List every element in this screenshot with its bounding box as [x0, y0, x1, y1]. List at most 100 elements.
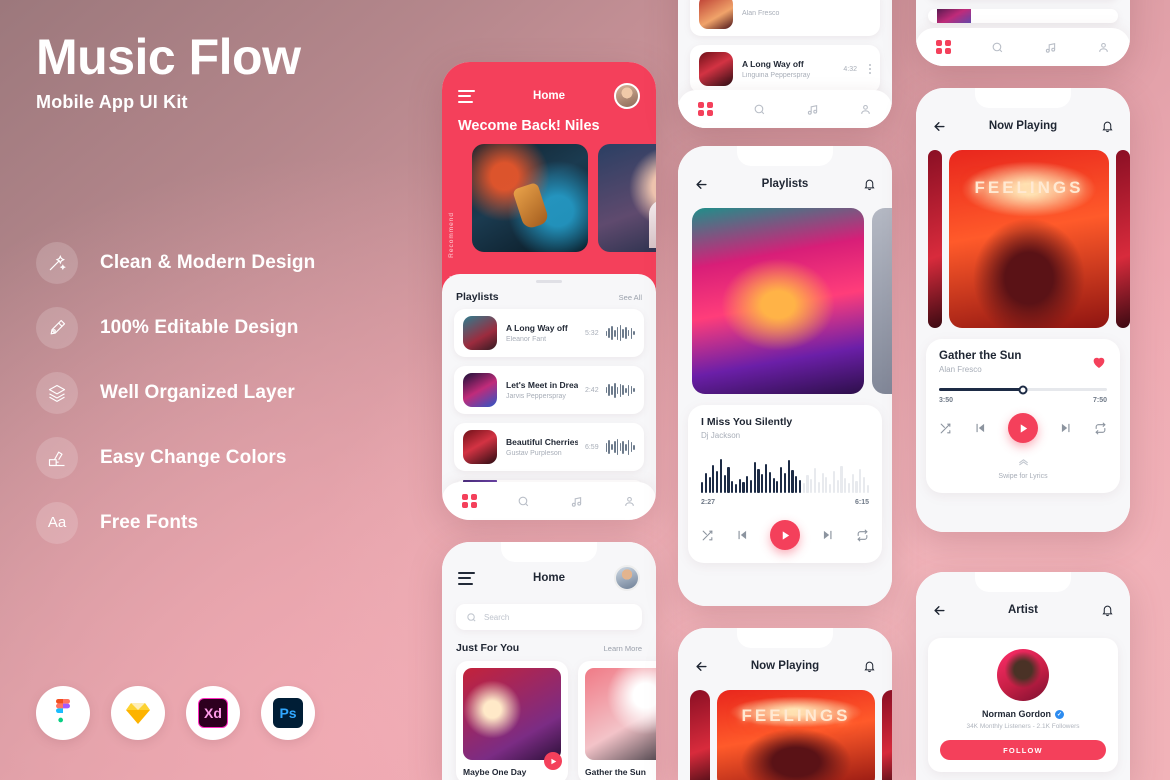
player-controls[interactable] [701, 520, 869, 550]
music-note-icon[interactable] [806, 103, 819, 116]
layers-icon [36, 371, 78, 414]
shuffle-icon[interactable] [701, 529, 714, 542]
section-header: Playlists See All [442, 283, 656, 309]
track-row[interactable]: Alan Fresco [690, 0, 880, 36]
song-card[interactable]: Maybe One Day [456, 661, 568, 780]
cover-carousel[interactable]: FEELINGS [678, 686, 892, 780]
waveform-icon [605, 325, 635, 341]
hero-card[interactable] [598, 144, 656, 252]
music-note-icon[interactable] [1044, 41, 1057, 54]
menu-icon[interactable] [458, 571, 475, 585]
previous-icon[interactable] [973, 421, 987, 435]
notification-bell-icon[interactable] [1101, 604, 1114, 617]
bottom-nav[interactable] [916, 28, 1130, 66]
track-row[interactable]: Beautiful Cherries Gustav Purpleson 6:59 [454, 423, 644, 471]
cover-carousel[interactable]: FEELINGS [916, 146, 1130, 328]
time-row: 2:27 6:15 [701, 499, 869, 506]
notification-bell-icon[interactable] [1101, 120, 1114, 133]
avatar[interactable] [614, 565, 640, 591]
album-cover[interactable] [690, 690, 710, 780]
play-button[interactable] [770, 520, 800, 550]
progress-slider[interactable] [939, 385, 1107, 394]
hero-card[interactable] [472, 144, 588, 252]
screen-home-light[interactable]: Home Search Just For You Learn More Mayb… [442, 542, 656, 780]
typography-glyph: Aa [47, 514, 67, 531]
screen-playlists[interactable]: Playlists I Miss You Silently Dj Jackson… [678, 146, 892, 606]
back-arrow-icon[interactable] [694, 659, 709, 674]
screen-now-playing-2[interactable]: Now Playing FEELINGS [678, 628, 892, 780]
swipe-handle[interactable] [939, 453, 1107, 471]
menu-icon[interactable] [458, 89, 475, 103]
playlist-carousel[interactable] [678, 204, 892, 394]
grid-icon[interactable] [698, 101, 713, 117]
tab-recommend[interactable]: Recommend [448, 212, 455, 258]
screen-list-top-right[interactable] [916, 0, 1130, 66]
album-cover[interactable] [1116, 150, 1130, 328]
profile-icon[interactable] [1097, 41, 1110, 54]
search-input[interactable]: Search [456, 604, 642, 630]
favorite-heart-icon[interactable] [1091, 354, 1107, 370]
profile-icon[interactable] [859, 103, 872, 116]
feature-item: Clean & Modern Design [36, 230, 416, 295]
next-icon[interactable] [821, 528, 835, 542]
album-thumbnail [699, 52, 733, 86]
learn-more-link[interactable]: Learn More [604, 644, 642, 653]
recommend-carousel[interactable] [442, 144, 656, 252]
search-icon[interactable] [753, 103, 766, 116]
notification-bell-icon[interactable] [863, 178, 876, 191]
music-note-icon[interactable] [570, 495, 583, 508]
player-panel: I Miss You Silently Dj Jackson 2:27 6:15 [688, 405, 882, 563]
grid-icon[interactable] [936, 39, 951, 55]
bottom-nav[interactable] [678, 90, 892, 128]
album-cover[interactable]: FEELINGS [949, 150, 1109, 328]
color-palette-icon [36, 436, 78, 479]
track-row[interactable]: A Long Way off Linguina Pepperspray 4:32 [690, 45, 880, 93]
next-icon[interactable] [1059, 421, 1073, 435]
screen-artist[interactable]: Artist Norman Gordon ✓ 34K Monthly Liste… [916, 572, 1130, 780]
track-row[interactable]: A Long Way off Eleanor Fant 5:32 [454, 309, 644, 357]
playlist-cover[interactable] [692, 208, 864, 394]
grid-icon[interactable] [462, 493, 477, 509]
section-title: Playlists [456, 291, 499, 303]
progress-knob[interactable] [1018, 385, 1028, 394]
phone-notch [975, 572, 1071, 592]
album-cover[interactable] [928, 150, 942, 328]
previous-icon[interactable] [735, 528, 749, 542]
waveform-progress[interactable] [701, 451, 869, 493]
track-row[interactable]: Let's Meet in Dreams Jarvis Pepperspray … [454, 366, 644, 414]
shuffle-icon[interactable] [939, 422, 952, 435]
back-arrow-icon[interactable] [932, 603, 947, 618]
track-row[interactable] [928, 9, 1118, 23]
bottom-nav[interactable] [442, 482, 656, 520]
avatar[interactable] [614, 83, 640, 109]
player-controls[interactable] [939, 413, 1107, 443]
screen-now-playing[interactable]: Now Playing FEELINGS Gather the Sun Alan… [916, 88, 1130, 532]
search-icon[interactable] [517, 495, 530, 508]
search-icon[interactable] [991, 41, 1004, 54]
screen-song-list-top[interactable]: Alan Fresco A Long Way off Linguina Pepp… [678, 0, 892, 128]
profile-icon[interactable] [623, 495, 636, 508]
follow-button[interactable]: FOLLOW [940, 740, 1106, 760]
back-arrow-icon[interactable] [932, 119, 947, 134]
track-duration: 5:32 [584, 329, 599, 337]
play-button[interactable] [544, 752, 562, 770]
repeat-icon[interactable] [856, 529, 869, 542]
song-card[interactable]: Gather the Sun [578, 661, 656, 780]
phone-notch [737, 146, 833, 166]
playlist-cover[interactable] [872, 208, 892, 394]
screen-home-red[interactable]: Home Wecome Back! Niles Recommend New Ja… [442, 62, 656, 520]
album-cover[interactable]: FEELINGS [717, 690, 875, 780]
repeat-icon[interactable] [1094, 422, 1107, 435]
see-all-link[interactable]: See All [619, 293, 642, 302]
notification-bell-icon[interactable] [863, 660, 876, 673]
more-options-icon[interactable] [864, 64, 871, 74]
cover-text: FEELINGS [974, 178, 1084, 198]
just-for-you-carousel[interactable]: Maybe One Day Gather the Sun [442, 661, 656, 780]
sketch-logo [111, 686, 165, 740]
album-cover[interactable] [882, 690, 892, 780]
play-button[interactable] [1008, 413, 1038, 443]
album-thumbnail [463, 373, 497, 407]
track-duration: 4:32 [843, 65, 857, 73]
play-icon [1020, 423, 1027, 433]
back-arrow-icon[interactable] [694, 177, 709, 192]
